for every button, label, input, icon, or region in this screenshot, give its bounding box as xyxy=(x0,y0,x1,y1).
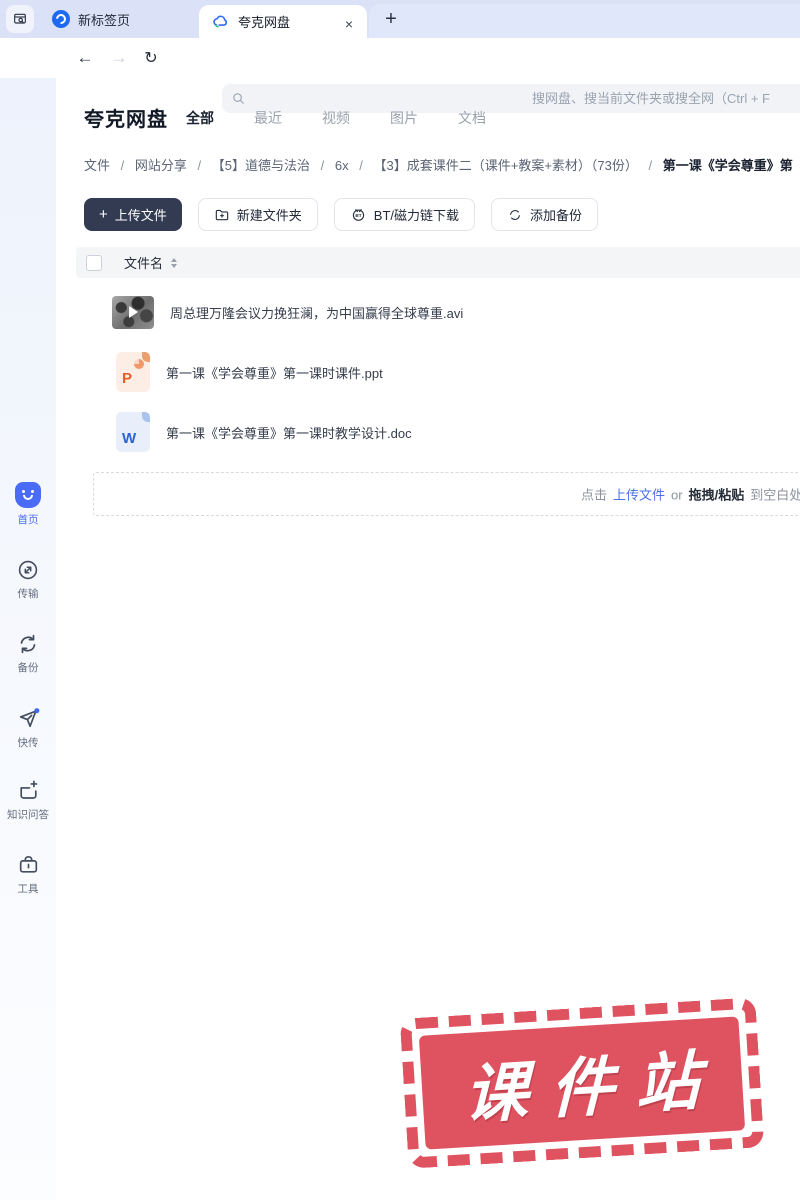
tab-document[interactable]: 文档 xyxy=(458,108,486,128)
stamp-text: 课件站 xyxy=(463,1043,723,1132)
sidebar-item-label: 传输 xyxy=(17,588,39,600)
home-icon xyxy=(15,482,41,508)
file-name[interactable]: 第一课《学会尊重》第一课时教学设计.doc xyxy=(166,423,412,442)
breadcrumb-item-current: 第一课《学会尊重》第 xyxy=(662,158,793,173)
breadcrumb-separator: / xyxy=(120,158,125,173)
sidebar-item-label: 快传 xyxy=(17,737,39,749)
upload-file-label: 上传文件 xyxy=(114,208,167,223)
back-icon[interactable]: ← xyxy=(72,38,98,78)
sidebar-item-tools[interactable]: 工具 xyxy=(0,852,56,896)
sidebar-item-label: 工具 xyxy=(17,883,39,895)
video-thumbnail xyxy=(112,295,154,329)
plus-icon: + xyxy=(99,206,108,223)
doc-letter: W xyxy=(122,430,137,447)
file-row-doc[interactable]: W 第一课《学会尊重》第一课时教学设计.doc xyxy=(56,402,800,462)
dropzone-hint: 点击 上传文件 or 拖拽/粘贴 到空白处 xyxy=(581,485,800,504)
tools-icon xyxy=(19,856,37,873)
breadcrumb-separator: / xyxy=(320,158,325,173)
dropzone-or-text: or xyxy=(671,487,683,503)
quick-send-icon xyxy=(19,708,39,728)
doc-file-icon: W xyxy=(116,412,150,452)
sidebar-item-transfer[interactable]: 传输 xyxy=(0,558,56,601)
file-row-ppt[interactable]: P 第一课《学会尊重》第一课时课件.ppt xyxy=(56,342,800,402)
ppt-file-icon: P xyxy=(116,352,150,392)
bt-magnet-download-button[interactable]: BT BT/磁力链下载 xyxy=(333,198,476,231)
file-row-video[interactable]: 周总理万隆会议力挽狂澜，为中国赢得全球尊重.avi xyxy=(56,282,800,342)
dropzone-click-text: 点击 xyxy=(581,487,608,503)
ppt-letter: P xyxy=(122,370,133,387)
file-list: 周总理万隆会议力挽狂澜，为中国赢得全球尊重.avi P 第一课《学会尊重》第一课… xyxy=(56,282,800,462)
stamp-background: 课件站 xyxy=(418,1016,746,1150)
breadcrumb-item[interactable]: 文件 xyxy=(84,158,110,173)
breadcrumb-separator: / xyxy=(648,158,653,173)
breadcrumb-item[interactable]: 【5】道德与法治 xyxy=(212,158,310,173)
svg-text:BT: BT xyxy=(355,213,361,218)
file-table-header: 文件名 xyxy=(76,247,800,278)
quark-cloud-icon xyxy=(213,15,228,28)
tab-close-icon[interactable]: × xyxy=(345,16,353,32)
sidebar-item-label: 备份 xyxy=(17,662,39,674)
breadcrumb-separator: / xyxy=(359,158,363,173)
folder-plus-icon xyxy=(215,209,229,220)
file-name[interactable]: 第一课《学会尊重》第一课时课件.ppt xyxy=(166,363,383,382)
breadcrumb-item[interactable]: 6x xyxy=(335,158,349,173)
filter-tabs: 全部 最近 视频 图片 文档 xyxy=(186,108,486,128)
tab-recent[interactable]: 最近 xyxy=(254,108,282,128)
play-icon xyxy=(129,306,139,318)
sidebar-item-home[interactable]: 首页 xyxy=(0,482,56,527)
breadcrumb-item[interactable]: 【3】成套课件二（课件+教案+素材）（73份） xyxy=(374,158,638,173)
sync-icon xyxy=(510,209,520,220)
filename-column-header: 文件名 xyxy=(124,256,164,271)
file-name[interactable]: 周总理万隆会议力挽狂澜，为中国赢得全球尊重.avi xyxy=(170,303,463,322)
tabbar-spacer xyxy=(369,4,800,38)
add-backup-label: 添加备份 xyxy=(530,208,583,223)
browser-tab-bar: 新标签页 夸克网盘 × + xyxy=(0,0,800,38)
sidebar-item-label: 首页 xyxy=(17,514,39,526)
sidebar-item-quick-send[interactable]: 快传 xyxy=(0,706,56,750)
sidebar-item-backup[interactable]: 备份 xyxy=(0,632,56,675)
transfer-icon xyxy=(18,560,38,580)
forward-icon[interactable]: → xyxy=(106,38,132,78)
knowledge-qa-icon xyxy=(19,780,37,799)
pie-glyph xyxy=(134,359,144,369)
breadcrumb-item[interactable]: 网站分享 xyxy=(135,158,187,173)
upload-dropzone[interactable]: 点击 上传文件 or 拖拽/粘贴 到空白处 xyxy=(93,472,800,516)
tab-search-icon xyxy=(14,13,26,24)
dropzone-target-text: 到空白处 xyxy=(750,487,800,503)
breadcrumb-separator: / xyxy=(197,158,202,173)
tab-search-button[interactable] xyxy=(6,5,34,33)
browser-tab-newtab[interactable]: 新标签页 xyxy=(40,0,190,38)
watermark-stamp: 课件站 xyxy=(399,997,765,1169)
tab-label: 夸克网盘 xyxy=(238,15,291,30)
bt-download-label: BT/磁力链下载 xyxy=(373,208,460,223)
select-all-checkbox[interactable] xyxy=(86,254,102,271)
dog-ear xyxy=(142,412,150,422)
backup-icon xyxy=(20,634,36,654)
tab-label: 新标签页 xyxy=(78,12,131,28)
dropzone-drag-text: 拖拽/粘贴 xyxy=(688,487,745,503)
upload-file-button[interactable]: + 上传文件 xyxy=(84,198,182,231)
tab-image[interactable]: 图片 xyxy=(390,108,418,128)
quark-browser-logo-icon xyxy=(52,10,70,28)
breadcrumb: 文件 / 网站分享 / 【5】道德与法治 / 6x / 【3】成套课件二（课件+… xyxy=(84,155,800,177)
page-title: 夸克网盘 xyxy=(84,109,168,131)
sidebar: 首页 传输 备份 快传 知识问答 工具 xyxy=(0,78,56,1200)
tab-all[interactable]: 全部 xyxy=(186,108,214,128)
sidebar-item-label: 知识问答 xyxy=(7,809,49,821)
dropzone-upload-link[interactable]: 上传文件 xyxy=(613,488,665,503)
bt-download-icon: BT xyxy=(352,209,364,221)
browser-tab-quark-drive[interactable]: 夸克网盘 × xyxy=(199,5,367,38)
tab-video[interactable]: 视频 xyxy=(322,108,350,128)
refresh-icon[interactable]: ↻ xyxy=(138,38,164,78)
add-backup-button[interactable]: 添加备份 xyxy=(491,198,599,231)
new-tab-button[interactable]: + xyxy=(378,6,404,32)
new-folder-label: 新建文件夹 xyxy=(236,208,302,223)
new-folder-button[interactable]: 新建文件夹 xyxy=(197,198,318,231)
sidebar-item-knowledge-qa[interactable]: 知识问答 xyxy=(0,778,56,822)
action-buttons: + 上传文件 新建文件夹 BT BT/磁力链下载 添加备份 xyxy=(84,198,599,231)
browser-toolbar: ← → ↻ xyxy=(0,38,800,113)
sort-icon[interactable] xyxy=(171,257,178,268)
